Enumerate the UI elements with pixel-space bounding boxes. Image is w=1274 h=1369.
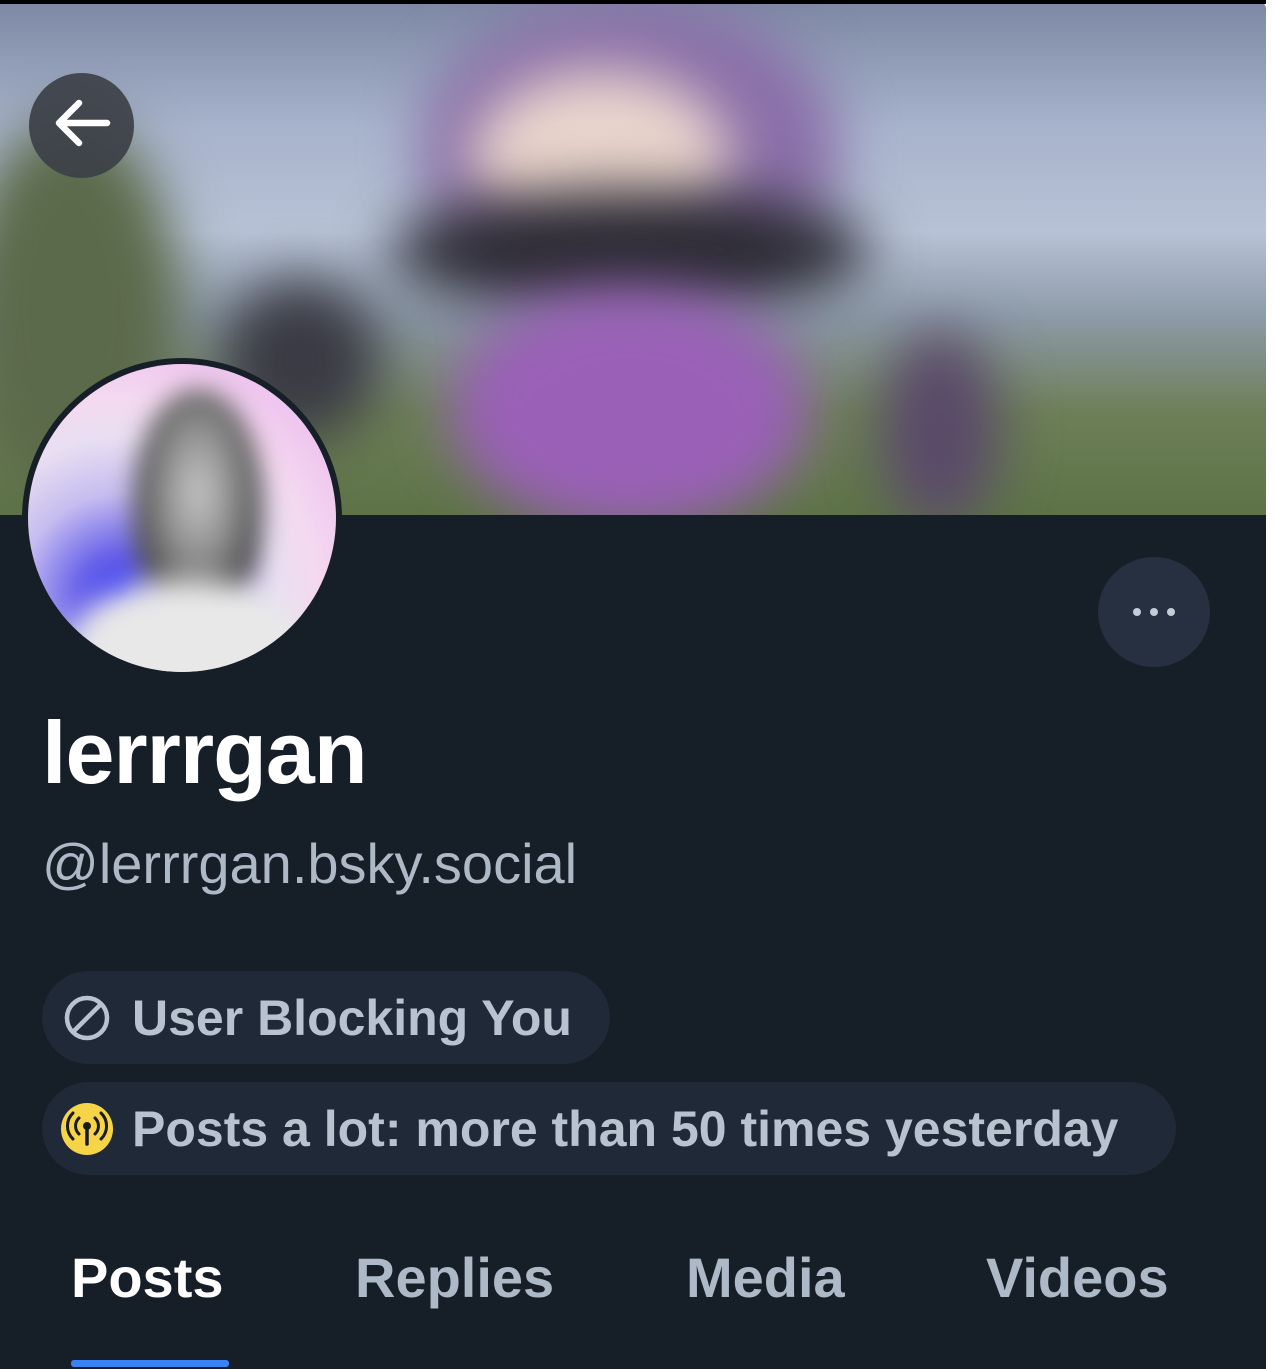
label-user-blocking[interactable]: User Blocking You (42, 971, 610, 1064)
avatar[interactable] (28, 364, 336, 672)
window-right-edge (1266, 0, 1274, 1369)
label-text: Posts a lot: more than 50 times yesterda… (132, 1100, 1119, 1157)
tab-replies[interactable]: Replies (355, 1245, 554, 1310)
profile-screen: lerrrgan @lerrrgan.bsky.social User Bloc… (0, 0, 1266, 1369)
profile-tabs: Posts Replies Media Videos (0, 1215, 1266, 1369)
window-top-edge (0, 0, 1274, 4)
more-dots-icon (1133, 608, 1141, 616)
active-tab-indicator (71, 1360, 229, 1367)
more-options-button[interactable] (1098, 557, 1210, 667)
back-button[interactable] (29, 73, 134, 178)
banner-blur-body (450, 290, 810, 515)
more-dots-icon (1150, 608, 1158, 616)
display-name: lerrrgan (42, 703, 368, 802)
arrow-left-icon (51, 98, 113, 153)
tab-posts[interactable]: Posts (71, 1245, 224, 1310)
block-icon (60, 991, 114, 1045)
tab-videos[interactable]: Videos (986, 1245, 1169, 1310)
avatar-blur-shoulders (68, 579, 308, 672)
label-posts-a-lot[interactable]: Posts a lot: more than 50 times yesterda… (42, 1082, 1176, 1175)
more-dots-icon (1167, 608, 1175, 616)
handle: @lerrrgan.bsky.social (42, 832, 578, 895)
tab-media[interactable]: Media (686, 1245, 845, 1310)
banner-blur-person-right (880, 330, 1000, 515)
label-text: User Blocking You (132, 989, 572, 1046)
broadcast-icon (60, 1102, 114, 1156)
